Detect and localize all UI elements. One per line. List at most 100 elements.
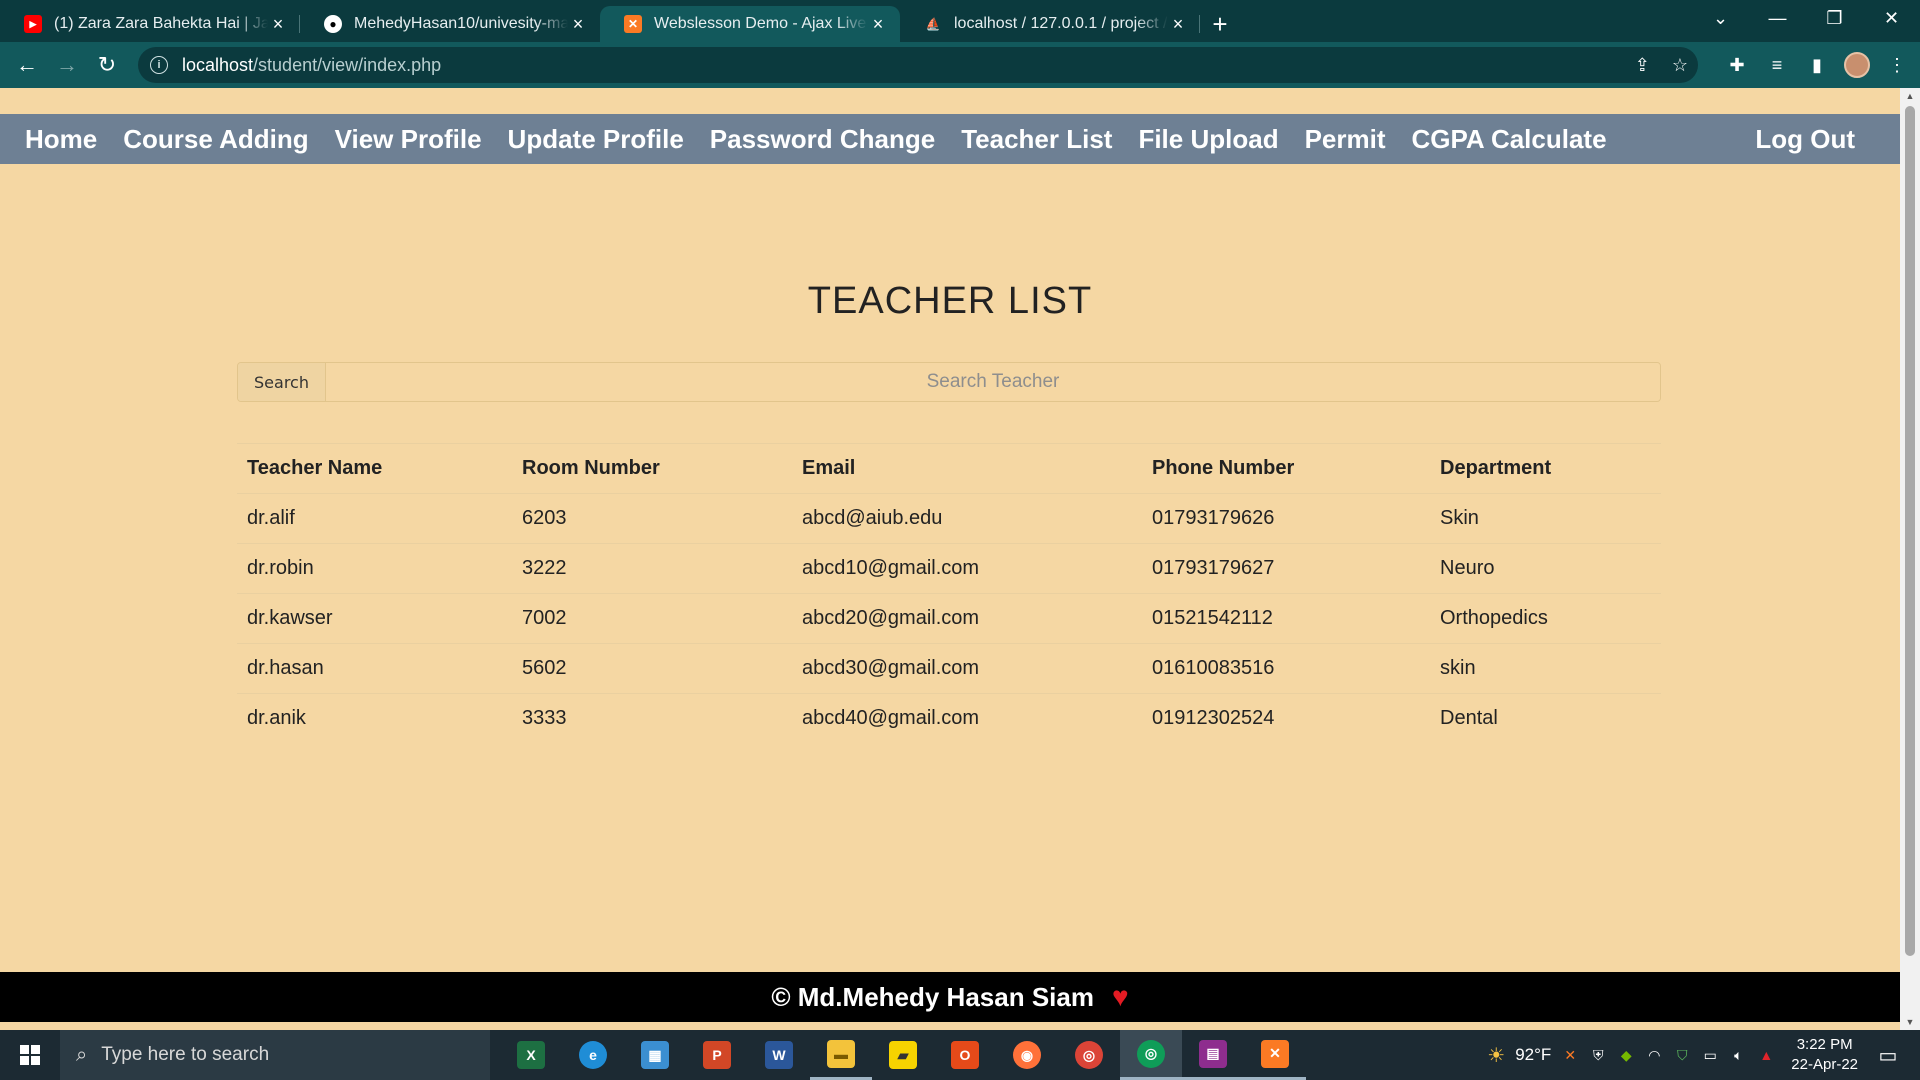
tab-title: (1) Zara Zara Bahekta Hai | JalRaj [54,15,268,32]
scrollbar-thumb[interactable] [1905,106,1915,956]
xampp-tray-icon[interactable]: ✕ [1561,1046,1579,1064]
close-tab-icon[interactable]: × [868,14,888,35]
address-bar[interactable]: i localhost/student/view/index.php ⇪ ☆ [138,47,1698,83]
xampp-icon[interactable]: ✕ [1244,1030,1306,1080]
column-header-phone-number: Phone Number [1142,443,1430,494]
minimize-button[interactable]: — [1749,0,1806,36]
cell-department: Skin [1430,493,1661,544]
cell-room-number: 3222 [512,543,792,594]
side-panel-icon[interactable]: ▮ [1804,52,1830,78]
close-tab-icon[interactable]: × [268,14,288,35]
file-explorer-icon[interactable]: ▬ [810,1030,872,1080]
profile-avatar[interactable] [1844,52,1870,78]
winrar-icon[interactable]: ▤ [1182,1030,1244,1080]
start-button[interactable] [0,1030,60,1080]
close-window-button[interactable]: ✕ [1863,0,1920,36]
share-icon[interactable]: ⇪ [1635,55,1650,76]
clock-date: 22-Apr-22 [1791,1056,1858,1073]
menu-password-change[interactable]: Password Change [697,124,948,155]
toolbar-actions: ✚ ≡ ▮ ⋮ [1724,45,1910,85]
browser-tab-phpmyadmin[interactable]: ⛵ localhost / 127.0.0.1 / project / tu × [900,6,1200,42]
menu-file-upload[interactable]: File Upload [1125,124,1291,155]
menu-cgpa-calculate[interactable]: CGPA Calculate [1399,124,1620,155]
cell-teacher-name: dr.alif [237,493,512,544]
url-host: localhost [182,54,254,75]
close-tab-icon[interactable]: × [1168,14,1188,35]
bookmark-star-icon[interactable]: ☆ [1672,55,1688,76]
scroll-down-icon[interactable]: ▼ [1900,1014,1920,1030]
battery-icon[interactable]: ▭ [1701,1046,1719,1064]
menu-teacher-list[interactable]: Teacher List [948,124,1125,155]
control-panel-icon[interactable]: ▦ [624,1030,686,1080]
weather-icon[interactable]: ☀ [1487,1045,1505,1067]
powerpoint-icon[interactable]: P [686,1030,748,1080]
defender-icon[interactable]: ⛉ [1673,1046,1691,1064]
taskbar-search-placeholder: Type here to search [101,1044,270,1065]
cell-email: abcd@aiub.edu [792,493,1142,544]
cell-department: skin [1430,643,1661,694]
cell-teacher-name: dr.kawser [237,593,512,644]
url-path: /student/view/index.php [253,54,442,75]
browser-tab-github[interactable]: ● MehedyHasan10/univesity-mana × [300,6,600,42]
extensions-icon[interactable]: ✚ [1724,52,1750,78]
main-menu: Home Course Adding View Profile Update P… [0,114,1900,164]
chrome-icon[interactable]: ◎ [1058,1030,1120,1080]
phpmyadmin-icon: ⛵ [925,17,941,31]
edge-icon[interactable]: e [562,1030,624,1080]
menu-view-profile[interactable]: View Profile [322,124,495,155]
tab-search-icon[interactable]: ⌄ [1692,0,1749,36]
menu-home[interactable]: Home [0,124,110,155]
xampp-icon: ✕ [624,15,642,33]
acrobat-icon[interactable]: ▲ [1757,1046,1775,1064]
menu-update-profile[interactable]: Update Profile [495,124,697,155]
office-icon[interactable]: O [934,1030,996,1080]
footer-credit: © Md.Mehedy Hasan Siam [771,981,1094,1012]
excel-icon[interactable]: X [500,1030,562,1080]
chrome-menu-icon[interactable]: ⋮ [1884,52,1910,78]
teacher-table: Teacher Name Room Number Email Phone Num… [237,443,1661,744]
cell-phone-number: 01521542112 [1142,593,1430,644]
menu-log-out[interactable]: Log Out [1742,114,1868,164]
search-group: Search [237,362,1661,402]
browser-tab-youtube[interactable]: ▶ (1) Zara Zara Bahekta Hai | JalRaj × [0,6,300,42]
cell-email: abcd40@gmail.com [802,707,980,730]
menu-permit[interactable]: Permit [1292,124,1399,155]
close-tab-icon[interactable]: × [568,14,588,35]
notification-icon[interactable]: ▭ [1868,1030,1908,1080]
system-clock[interactable]: 3:22 PM 22-Apr-22 [1791,1035,1858,1075]
reload-button[interactable]: ↻ [87,45,127,85]
github-icon: ● [324,15,342,33]
cell-phone-number: 01793179627 [1142,543,1430,594]
chrome-profile-icon[interactable]: ◎ [1120,1030,1182,1080]
page-footer: © Md.Mehedy Hasan Siam ♥ [0,972,1900,1022]
system-tray: ☀ 92°F ✕ ⛨ ◆ ◠ ⛉ ▭ 🔈︎ ▲ 3:22 PM 22-Apr-2… [1487,1030,1920,1080]
site-info-icon[interactable]: i [150,56,168,74]
tab-title: localhost / 127.0.0.1 / project / tu [954,15,1168,32]
word-icon[interactable]: W [748,1030,810,1080]
volume-icon[interactable]: 🔈︎ [1729,1046,1747,1064]
nvidia-icon[interactable]: ◆ [1617,1046,1635,1064]
cell-room-number: 3333 [522,707,567,730]
new-tab-button[interactable]: + [1200,6,1240,42]
cell-room-number: 5602 [512,643,792,694]
page-scrollbar[interactable]: ▲ ▼ [1900,88,1920,1030]
scroll-up-icon[interactable]: ▲ [1900,88,1920,104]
restore-button[interactable]: ❐ [1806,0,1863,36]
cell-room-number: 7002 [512,593,792,644]
menu-course-adding[interactable]: Course Adding [110,124,321,155]
back-button[interactable]: ← [7,45,47,85]
browser-tab-webslesson[interactable]: ✕ Webslesson Demo - Ajax Live Da × [600,6,900,42]
column-header-department: Department [1430,443,1661,494]
firefox-icon[interactable]: ◉ [996,1030,1058,1080]
sticky-notes-icon[interactable]: ▰ [872,1030,934,1080]
search-teacher-input[interactable] [326,363,1660,401]
weather-temperature[interactable]: 92°F [1515,1045,1551,1065]
cell-email: abcd30@gmail.com [792,643,1142,694]
taskbar-search[interactable]: ⌕ Type here to search [60,1030,490,1080]
security-icon[interactable]: ⛨ [1589,1046,1607,1064]
media-control-icon[interactable]: ≡ [1764,52,1790,78]
wifi-icon[interactable]: ◠ [1645,1046,1663,1064]
windows-taskbar: ⌕ Type here to search X e ▦ P W ▬ ▰ O ◉ … [0,1030,1920,1080]
forward-button[interactable]: → [47,45,87,85]
column-header-room-number: Room Number [512,443,792,494]
